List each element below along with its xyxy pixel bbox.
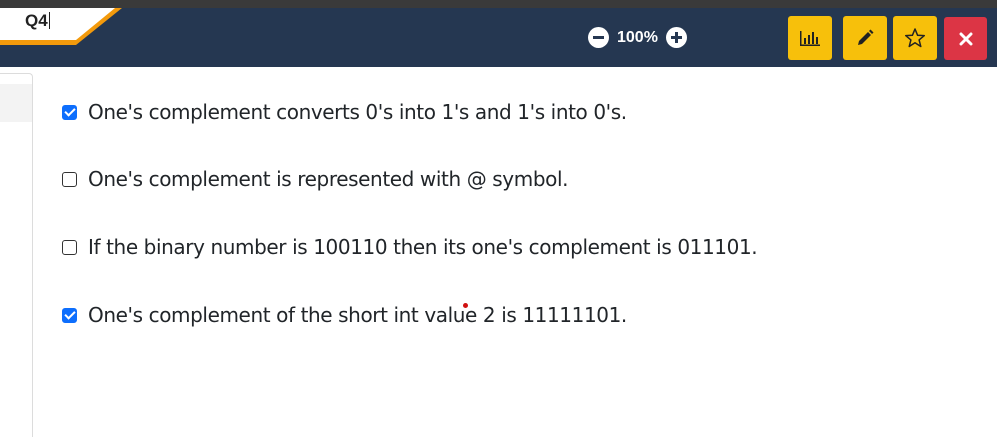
answer-option-3[interactable]: If the binary number is 100110 then its … — [62, 235, 758, 259]
answer-option-2[interactable]: One's complement is represented with @ s… — [62, 167, 568, 191]
pencil-icon — [858, 29, 874, 45]
answer-checkbox-4[interactable] — [62, 307, 77, 323]
zoom-level: 100% — [617, 28, 658, 46]
close-button[interactable] — [944, 17, 987, 60]
zoom-in-icon[interactable] — [665, 27, 687, 48]
zoom-control: 100% — [588, 27, 687, 48]
close-icon — [959, 32, 972, 45]
zoom-out-icon[interactable] — [588, 27, 609, 48]
answer-text-2: One's complement is represented with @ s… — [88, 167, 569, 191]
answer-option-4[interactable]: One's complement of the short int value … — [62, 303, 627, 327]
answer-checkbox-3[interactable] — [62, 239, 77, 255]
answer-option-1[interactable]: One's complement converts 0's into 1's a… — [62, 100, 627, 124]
stats-button[interactable] — [788, 16, 832, 60]
answer-checkbox-1[interactable] — [62, 104, 77, 120]
bookmark-button[interactable] — [893, 16, 937, 60]
bar-chart-icon — [800, 31, 820, 46]
edit-button[interactable] — [843, 16, 887, 60]
text-cursor — [48, 12, 50, 29]
top-strip — [0, 0, 997, 8]
question-number: Q4 — [25, 11, 50, 30]
red-dot-marker — [463, 303, 468, 308]
left-panel — [0, 73, 33, 437]
answer-text-3: If the binary number is 100110 then its … — [88, 235, 758, 259]
answer-text-4: One's complement of the short int value … — [88, 303, 627, 327]
answer-checkbox-2[interactable] — [62, 171, 77, 187]
answer-text-1: One's complement converts 0's into 1's a… — [88, 100, 627, 124]
star-icon — [904, 28, 926, 48]
left-panel-item[interactable] — [0, 84, 32, 122]
